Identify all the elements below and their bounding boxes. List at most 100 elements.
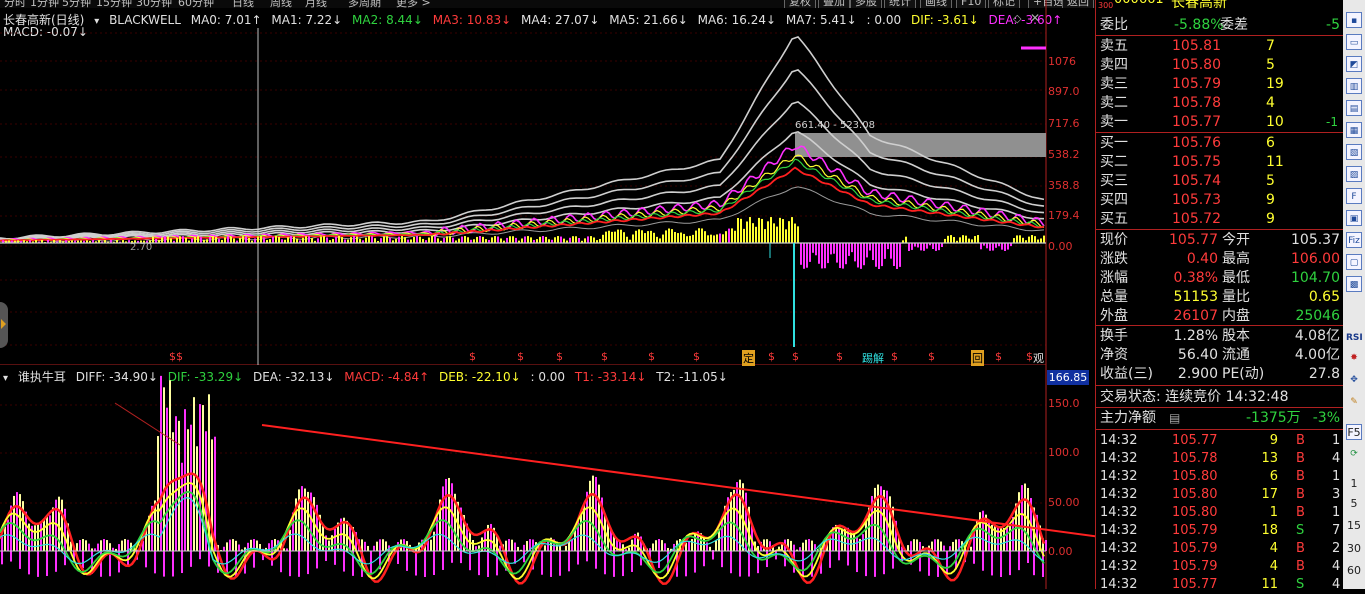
ind-neg-bar bbox=[334, 551, 336, 565]
event-marker[interactable]: 踢解 bbox=[862, 350, 884, 366]
event-marker[interactable]: $ bbox=[176, 350, 183, 363]
move-icon[interactable]: ✥ bbox=[1346, 372, 1362, 388]
buy-row[interactable]: 买五105.729 bbox=[1096, 210, 1344, 229]
fiz-icon[interactable]: Fiz bbox=[1346, 232, 1362, 248]
f5-button[interactable]: F5 bbox=[1346, 424, 1362, 440]
macd-bar bbox=[635, 231, 637, 243]
period-1-button[interactable]: 1 bbox=[1346, 476, 1362, 492]
event-marker[interactable]: 回 bbox=[971, 350, 984, 366]
macd-bar bbox=[743, 229, 745, 243]
order-price: 105.74 bbox=[1172, 172, 1221, 191]
kline-icon[interactable]: ▥ bbox=[1346, 78, 1362, 94]
chart-icon[interactable]: ▭ bbox=[1346, 34, 1362, 50]
f10-icon[interactable]: F bbox=[1346, 188, 1362, 204]
macd-bar bbox=[374, 238, 376, 243]
event-marker[interactable]: $ bbox=[836, 350, 843, 363]
macd-bar bbox=[170, 238, 172, 243]
sell-row[interactable]: 卖二105.784 bbox=[1096, 94, 1344, 113]
news-icon[interactable]: ▨ bbox=[1346, 166, 1362, 182]
main-price-chart[interactable]: 661.40 - 523.082.70 bbox=[0, 0, 1095, 365]
ind-bar bbox=[52, 507, 54, 551]
doc-icon[interactable]: ▣ bbox=[1346, 210, 1362, 226]
stat-value: 106.00 bbox=[1291, 250, 1340, 269]
ind-bar bbox=[1045, 540, 1047, 551]
macd-bar bbox=[818, 243, 820, 264]
order-volume: 5 bbox=[1266, 56, 1275, 75]
macd-bar bbox=[713, 235, 715, 243]
event-marker[interactable]: $ bbox=[556, 350, 563, 363]
list-icon[interactable]: ▤ bbox=[1169, 409, 1180, 428]
sell-row[interactable]: 卖三105.7919 bbox=[1096, 75, 1344, 94]
buy-row[interactable]: 买三105.745 bbox=[1096, 172, 1344, 191]
event-marker[interactable]: $ bbox=[891, 350, 898, 363]
ind-neg-bar bbox=[163, 551, 165, 577]
order-label: 卖四 bbox=[1100, 56, 1128, 75]
refresh-icon[interactable]: ⟳ bbox=[1346, 446, 1362, 462]
macd-bar bbox=[677, 233, 679, 243]
event-marker[interactable]: $ bbox=[469, 350, 476, 363]
event-marker-more[interactable]: 观 bbox=[1033, 350, 1044, 366]
book-icon[interactable]: ▦ bbox=[1346, 122, 1362, 138]
buy-row[interactable]: 买四105.739 bbox=[1096, 191, 1344, 210]
macd-bar bbox=[230, 236, 232, 243]
ind-bar bbox=[523, 545, 525, 551]
buy-row[interactable]: 买一105.766 bbox=[1096, 134, 1344, 153]
left-scroll-handle[interactable] bbox=[0, 302, 8, 348]
fixed-icon[interactable]: ▢ bbox=[1346, 254, 1362, 270]
rsi-button[interactable]: RSI bbox=[1346, 330, 1362, 346]
candle-icon[interactable]: ▤ bbox=[1346, 100, 1362, 116]
bar-icon[interactable]: ◩ bbox=[1346, 56, 1362, 72]
sell-row[interactable]: 卖一105.7710-1 bbox=[1096, 113, 1344, 132]
sell-row[interactable]: 卖四105.805 bbox=[1096, 56, 1344, 75]
axis-tick-label: 179.4 bbox=[1048, 209, 1094, 222]
event-marker[interactable]: $ bbox=[693, 350, 700, 363]
tick-side: B bbox=[1296, 449, 1305, 468]
macd-bar bbox=[593, 237, 595, 243]
event-marker[interactable]: $ bbox=[648, 350, 655, 363]
macd-bar bbox=[809, 243, 811, 262]
separator bbox=[1096, 35, 1344, 36]
ind-neg-bar bbox=[154, 551, 156, 573]
weibi-row: 委比 -5.88% 委差 -5 bbox=[1096, 16, 1344, 35]
grid-icon[interactable]: ▩ bbox=[1346, 276, 1362, 292]
macd-bar bbox=[794, 224, 796, 243]
ind-neg-bar bbox=[307, 551, 309, 574]
event-marker[interactable]: $ bbox=[928, 350, 935, 363]
event-marker[interactable]: $ bbox=[768, 350, 775, 363]
pencil-icon[interactable]: ✎ bbox=[1346, 394, 1362, 410]
macd-bar bbox=[827, 243, 829, 263]
event-marker[interactable]: 定 bbox=[742, 350, 755, 366]
main-force-row[interactable]: 主力净额 ▤ -1375万 -3% bbox=[1096, 409, 1344, 428]
macd-bar bbox=[854, 243, 856, 261]
event-marker[interactable]: $ bbox=[1026, 350, 1033, 363]
event-marker[interactable]: $ bbox=[792, 350, 799, 363]
low-label: 2.70 bbox=[130, 242, 152, 253]
indicator-chart[interactable] bbox=[0, 365, 1095, 589]
macd-bar bbox=[656, 237, 658, 243]
buy-row[interactable]: 买二105.7511 bbox=[1096, 153, 1344, 172]
period-60-button[interactable]: 60 bbox=[1346, 563, 1362, 579]
trend-icon[interactable]: ▪ bbox=[1346, 12, 1362, 28]
fund-icon[interactable]: ▧ bbox=[1346, 144, 1362, 160]
event-marker[interactable]: $ bbox=[169, 350, 176, 363]
period-30-button[interactable]: 30 bbox=[1346, 541, 1362, 557]
macd-bar bbox=[512, 236, 514, 243]
axis-tick-label: 0.00 bbox=[1048, 240, 1094, 253]
event-marker[interactable]: $ bbox=[517, 350, 524, 363]
ind-bar bbox=[97, 544, 99, 551]
trade-status: 交易状态: 连续竞价 14:32:48 bbox=[1100, 388, 1348, 407]
ind-bar bbox=[289, 530, 291, 551]
ind-bar bbox=[655, 540, 657, 551]
period-5-button[interactable]: 5 bbox=[1346, 496, 1362, 512]
sell-row[interactable]: 卖五105.817 bbox=[1096, 37, 1344, 56]
macd-bar bbox=[530, 237, 532, 243]
macd-bar bbox=[836, 243, 838, 263]
period-15-button[interactable]: 15 bbox=[1346, 518, 1362, 534]
ind-bar bbox=[715, 541, 717, 551]
event-marker[interactable]: $ bbox=[995, 350, 1002, 363]
tick-side: B bbox=[1296, 467, 1305, 486]
ind-neg-bar bbox=[847, 551, 849, 565]
tick-row: 14:32105.806B1 bbox=[1096, 467, 1344, 486]
rank-icon[interactable]: ✸ bbox=[1346, 350, 1362, 366]
event-marker[interactable]: $ bbox=[601, 350, 608, 363]
